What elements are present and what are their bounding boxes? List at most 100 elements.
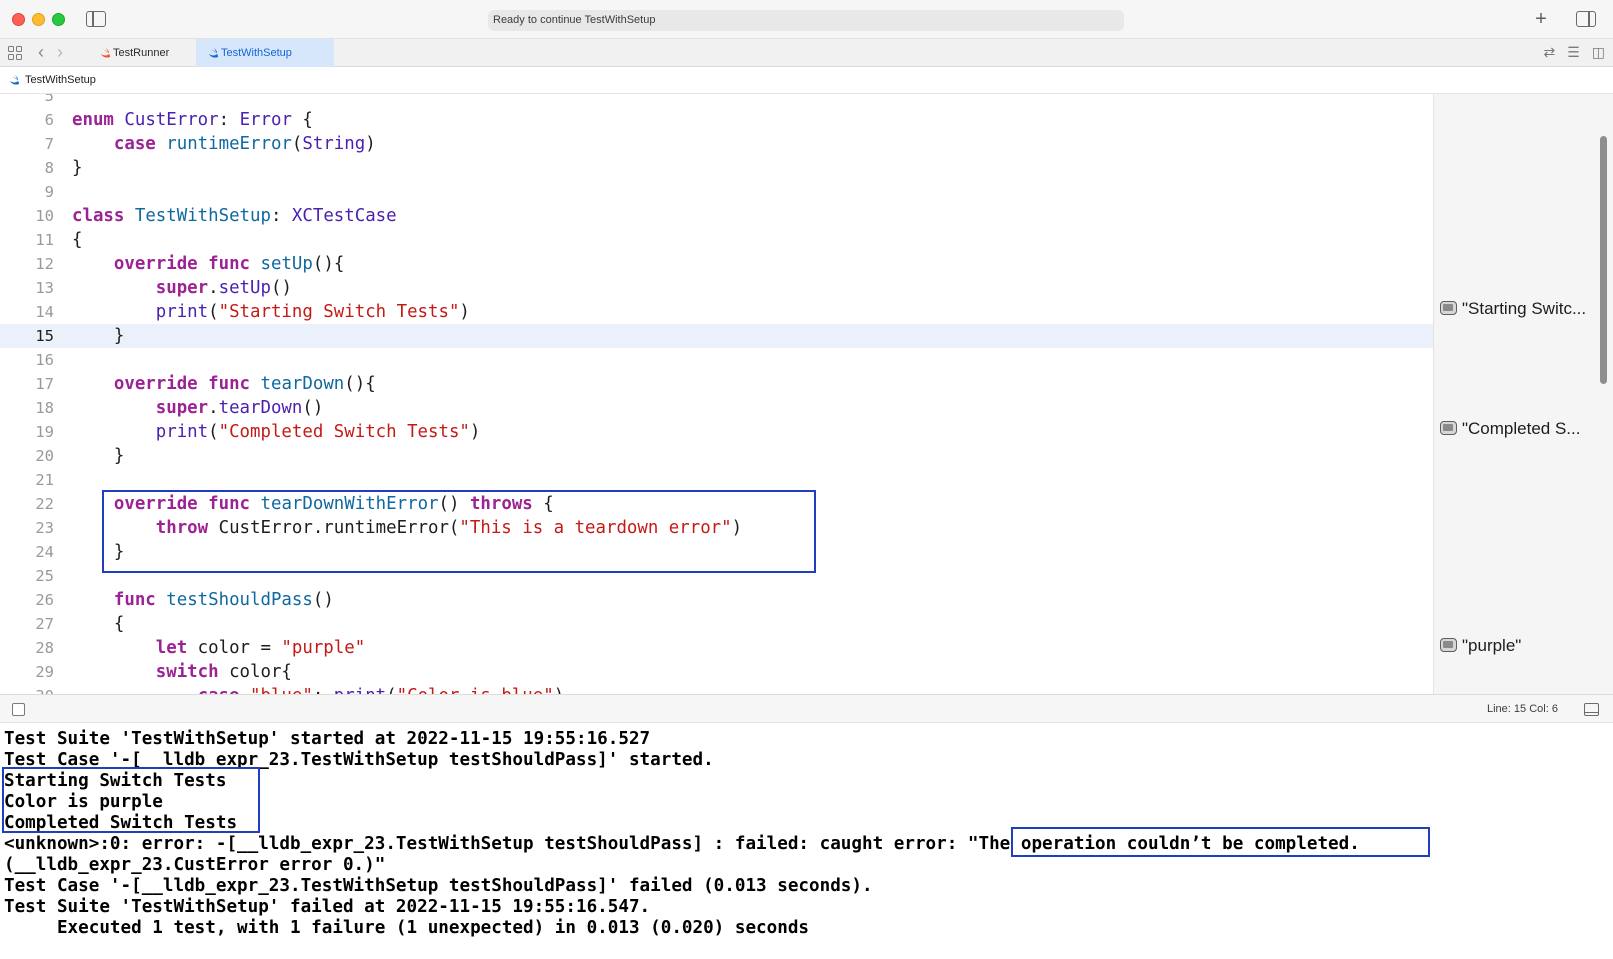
code-line[interactable]: 17 override func tearDown(){ [0, 372, 1433, 396]
code-line[interactable]: 9 [0, 180, 1433, 204]
line-number[interactable]: 11 [0, 228, 54, 252]
line-number[interactable]: 7 [0, 132, 54, 156]
line-number[interactable]: 16 [0, 348, 54, 372]
split-editor-icon[interactable]: ◫ [1592, 44, 1605, 61]
code-line[interactable]: 15 } [0, 324, 1433, 348]
console-line: (__lldb_expr_23.CustError error 0.)" [4, 855, 386, 875]
quick-look-icon[interactable] [1440, 301, 1457, 315]
code-line[interactable]: 6 enum CustError: Error { [0, 108, 1433, 132]
line-number[interactable]: 8 [0, 156, 54, 180]
tab-testrunner[interactable]: TestRunner [88, 39, 196, 67]
code-line[interactable]: 19 print("Completed Switch Tests") [0, 420, 1433, 444]
line-number[interactable]: 24 [0, 540, 54, 564]
vertical-scrollbar[interactable] [1600, 136, 1607, 384]
line-number[interactable]: 25 [0, 564, 54, 588]
code-token: ( [208, 422, 219, 442]
quick-look-icon[interactable] [1440, 638, 1457, 652]
line-number[interactable]: 14 [0, 300, 54, 324]
code-token: tearDown [218, 398, 303, 418]
code-line[interactable]: 29 switch color{ [0, 660, 1433, 684]
code-token: case [198, 686, 240, 694]
code-text: print("Starting Switch Tests") [72, 300, 470, 324]
line-number[interactable]: 15 [0, 324, 54, 348]
code-line[interactable]: 30 case "blue": print("Color is blue") [0, 684, 1433, 694]
chevron-right-icon[interactable]: › [57, 42, 63, 62]
code-line[interactable]: 10 class TestWithSetup: XCTestCase [0, 204, 1433, 228]
code-token: { [72, 614, 125, 634]
code-token: print [155, 302, 209, 322]
code-line[interactable]: 12 override func setUp(){ [0, 252, 1433, 276]
line-number[interactable]: 29 [0, 660, 54, 684]
line-number[interactable]: 5 [0, 94, 54, 108]
line-number[interactable]: 22 [0, 492, 54, 516]
chevron-left-icon[interactable]: ‹ [38, 42, 44, 62]
line-number[interactable]: 6 [0, 108, 54, 132]
code-line[interactable]: 18 super.tearDown() [0, 396, 1433, 420]
line-number[interactable]: 12 [0, 252, 54, 276]
code-token: func [113, 590, 156, 610]
jump-bar-item[interactable]: TestWithSetup [25, 74, 96, 86]
result-value-completed[interactable]: "Completed S... [1440, 418, 1580, 440]
console-toggle-icon[interactable] [1584, 703, 1599, 716]
code-line[interactable]: 8} [0, 156, 1433, 180]
code-line[interactable]: 16 [0, 348, 1433, 372]
line-number[interactable]: 28 [0, 636, 54, 660]
console-line: Test Case '-[__lldb_expr_23.TestWithSetu… [4, 876, 873, 896]
editor-options-icon[interactable]: ☰ [1567, 44, 1580, 61]
code-line[interactable]: 26 func testShouldPass() [0, 588, 1433, 612]
code-token: func [208, 374, 251, 394]
code-token: switch [155, 662, 219, 682]
code-token: { [291, 110, 313, 130]
code-line[interactable]: 20 } [0, 444, 1433, 468]
line-number[interactable]: 23 [0, 516, 54, 540]
line-number[interactable]: 9 [0, 180, 54, 204]
add-library-button[interactable]: + [1532, 8, 1550, 30]
code-line[interactable]: 11 { [0, 228, 1433, 252]
code-text: override func tearDown(){ [72, 372, 376, 396]
code-text: } [72, 444, 124, 468]
code-line[interactable]: 7 case runtimeError(String) [0, 132, 1433, 156]
code-token: ) [365, 134, 376, 154]
line-number[interactable]: 30 [0, 684, 54, 694]
source-editor[interactable]: 5 6 enum CustError: Error {7 case runtimeE… [0, 94, 1433, 694]
line-number[interactable]: 19 [0, 420, 54, 444]
line-number[interactable]: 17 [0, 372, 54, 396]
related-items-grid-icon[interactable] [8, 46, 22, 60]
code-token: () [312, 590, 334, 610]
tab-testwithsetup[interactable]: TestWithSetup [196, 39, 334, 67]
activity-status-bar: Ready to continue TestWithSetup [488, 10, 1124, 31]
code-line[interactable]: 21 [0, 468, 1433, 492]
close-window-button[interactable] [12, 13, 25, 26]
line-number[interactable]: 20 [0, 444, 54, 468]
code-line[interactable]: 14 print("Starting Switch Tests") [0, 300, 1433, 324]
code-token: : [313, 686, 334, 694]
hide-debug-area-checkbox[interactable] [12, 703, 25, 716]
line-number[interactable]: 18 [0, 396, 54, 420]
minimize-window-button[interactable] [32, 13, 45, 26]
line-number[interactable]: 13 [0, 276, 54, 300]
line-number[interactable]: 21 [0, 468, 54, 492]
result-value-purple[interactable]: "purple" [1440, 635, 1521, 657]
code-line[interactable]: 5 [0, 94, 1433, 108]
quick-look-icon[interactable] [1440, 421, 1457, 435]
code-line[interactable]: 13 super.setUp() [0, 276, 1433, 300]
swap-arrows-icon[interactable]: ⇄ [1543, 44, 1555, 61]
line-number[interactable]: 27 [0, 612, 54, 636]
code-text: case runtimeError(String) [72, 132, 376, 156]
zoom-window-button[interactable] [52, 13, 65, 26]
code-text: override func setUp(){ [72, 252, 344, 276]
code-token: : [218, 110, 240, 130]
line-number[interactable]: 10 [0, 204, 54, 228]
result-value-starting[interactable]: "Starting Switc... [1440, 298, 1586, 320]
navigator-sidebar-icon[interactable] [86, 11, 106, 27]
code-token: color{ [218, 662, 292, 682]
code-line[interactable]: 27 { [0, 612, 1433, 636]
line-number[interactable]: 26 [0, 588, 54, 612]
code-line[interactable]: 28 let color = "purple" [0, 636, 1433, 660]
inspector-sidebar-icon[interactable] [1576, 11, 1596, 27]
debug-console[interactable]: Test Suite 'TestWithSetup' started at 20… [0, 723, 1613, 959]
